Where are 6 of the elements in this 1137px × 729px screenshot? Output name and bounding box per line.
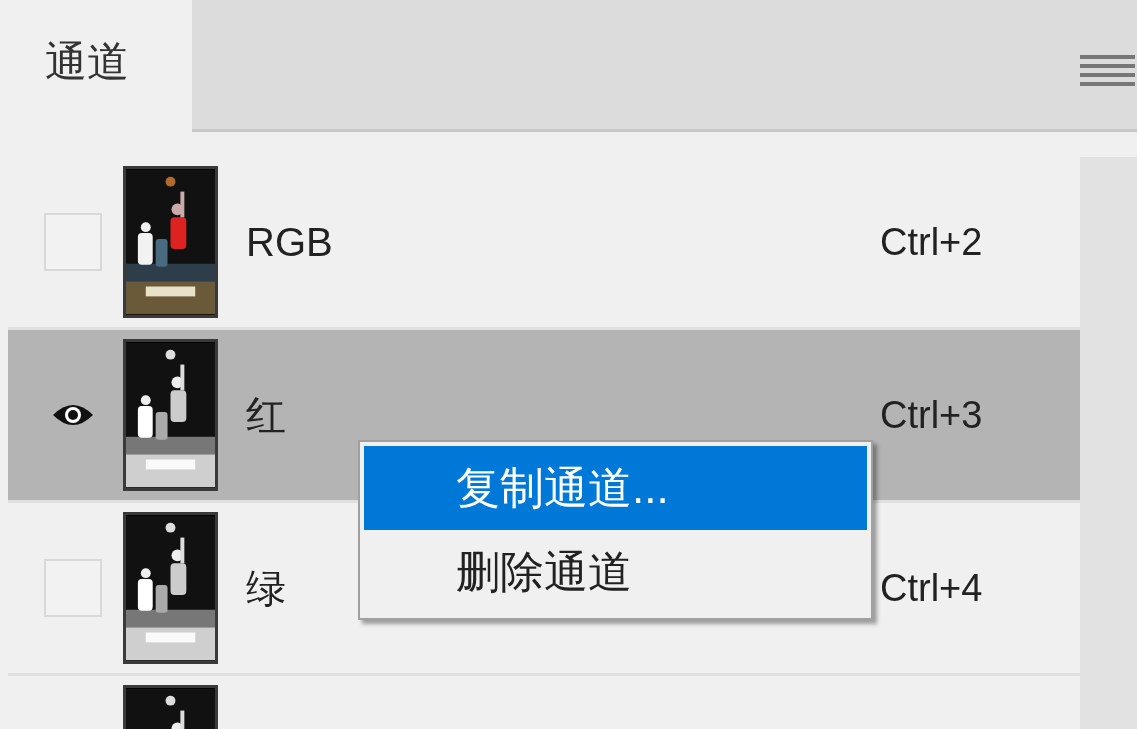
channel-shortcut: Ctrl+4 [880,565,984,611]
channel-shortcut: Ctrl+3 [880,392,984,438]
channel-name: RGB [246,219,333,266]
channel-name: 绿 [246,565,286,612]
channel-name: 红 [246,392,286,439]
channel-shortcut: Ctrl+2 [880,219,984,265]
